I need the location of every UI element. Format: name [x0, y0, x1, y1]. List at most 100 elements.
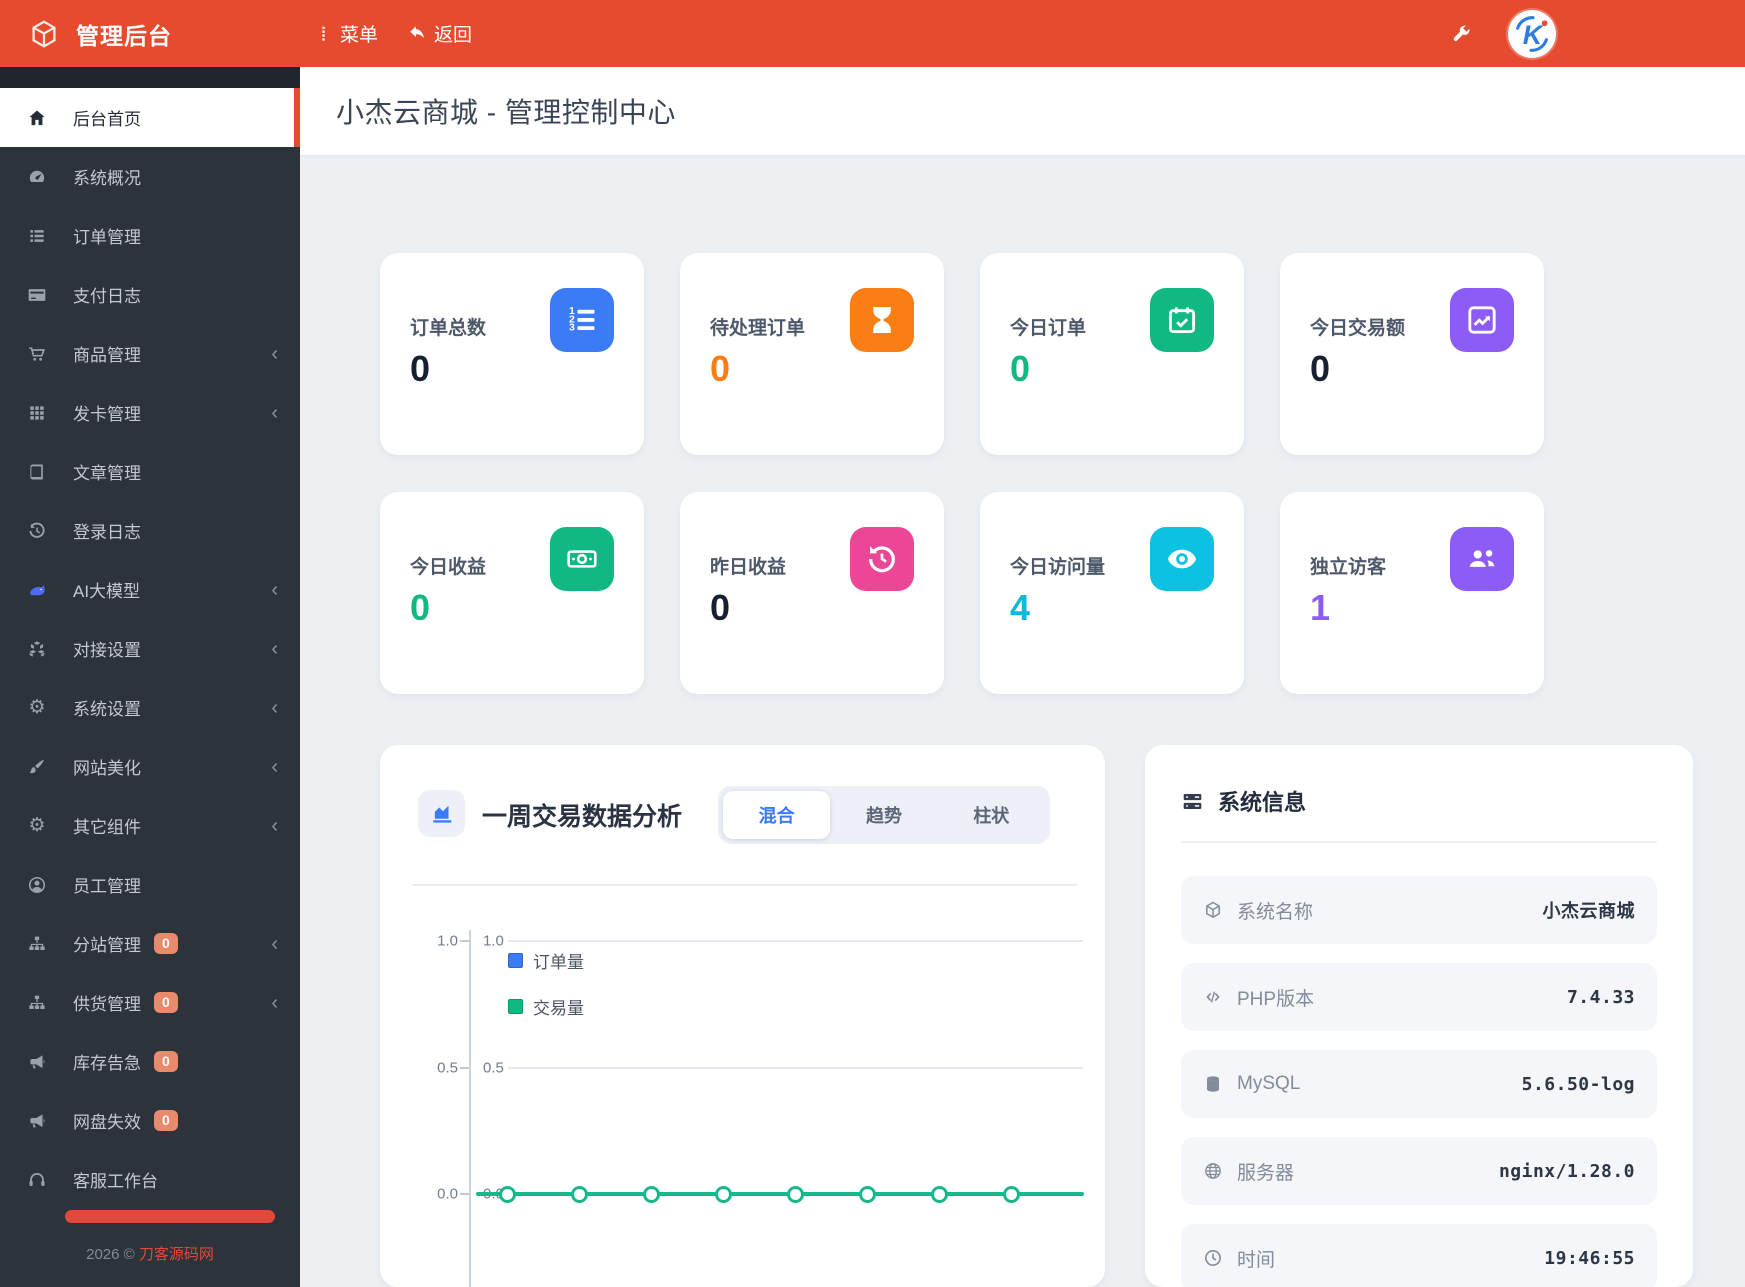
stat-card-total-orders[interactable]: 订单总数 0 123: [380, 253, 644, 455]
history-icon: [27, 521, 47, 541]
sidebar-item-label: 系统概况: [73, 169, 141, 188]
sidebar-item-label: 网盘失效: [73, 1113, 141, 1132]
sidebar-item-ai-model[interactable]: AI大模型 ‹: [0, 560, 300, 619]
gear-icon: ⚙: [28, 697, 46, 718]
sidebar: 后台首页 系统概况 订单管理 支付日志 商品管理 ‹ 发卡管理 ‹ 文章管理 登…: [0, 67, 300, 1287]
chevron-left-icon: ‹: [271, 342, 278, 365]
chevron-left-icon: ‹: [271, 991, 278, 1014]
sidebar-item-label: 库存告急: [73, 1054, 141, 1073]
home-icon: [27, 108, 47, 128]
chevron-left-icon: ‹: [271, 401, 278, 424]
user-circle-icon: [27, 875, 47, 895]
sidebar-item-payment-log[interactable]: 支付日志: [0, 265, 300, 324]
chevron-left-icon: ‹: [271, 755, 278, 778]
tab-trend[interactable]: 趋势: [830, 791, 937, 839]
stat-card-pending-orders[interactable]: 待处理订单 0: [680, 253, 944, 455]
sidebar-item-home[interactable]: 后台首页: [0, 88, 300, 147]
bullhorn-icon: [27, 1052, 47, 1072]
chevron-left-icon: ‹: [271, 814, 278, 837]
sidebar-item-low-stock[interactable]: 库存告急 0: [0, 1032, 300, 1091]
series-line: [476, 1192, 1084, 1196]
legend-label: 交易量: [533, 999, 584, 1018]
sidebar-item-label: 支付日志: [73, 287, 141, 306]
row-label: 系统名称: [1237, 901, 1314, 923]
sidebar-item-integration[interactable]: 对接设置 ‹: [0, 619, 300, 678]
tick-mark: [460, 940, 469, 942]
gears-icon: ⚙: [28, 815, 46, 836]
sidebar-item-substations[interactable]: 分站管理 0 ‹: [0, 914, 300, 973]
sidebar-item-label: 员工管理: [73, 877, 141, 896]
sidebar-item-products[interactable]: 商品管理 ‹: [0, 324, 300, 383]
stat-card-today-earnings[interactable]: 今日收益 0: [380, 492, 644, 694]
legend-swatch-green: [508, 999, 523, 1014]
menu-toggle-button[interactable]: 菜单: [314, 20, 378, 47]
cart-icon: [27, 344, 47, 364]
row-value: 7.4.33: [1566, 986, 1635, 1008]
legend-volume[interactable]: 交易量: [508, 994, 584, 1019]
sidebar-footer: 2026 © 刀客源码网: [0, 1243, 300, 1264]
cubes-icon: [27, 639, 47, 659]
data-point-marker: [499, 1186, 516, 1203]
data-point-marker: [787, 1186, 804, 1203]
sidebar-item-other-components[interactable]: ⚙ 其它组件 ‹: [0, 796, 300, 855]
sidebar-item-support-desk[interactable]: 客服工作台: [0, 1150, 300, 1209]
sidebar-item-login-log[interactable]: 登录日志: [0, 501, 300, 560]
copyright-text: 2026 ©: [86, 1246, 139, 1263]
row-label: MySQL: [1237, 1073, 1301, 1094]
sidebar-item-orders[interactable]: 订单管理: [0, 206, 300, 265]
row-value: 小杰云商城: [1542, 901, 1635, 922]
sidebar-scrollbar[interactable]: [65, 1210, 275, 1223]
sidebar-item-label: AI大模型: [73, 582, 141, 601]
avatar[interactable]: K: [1508, 9, 1556, 58]
gauge-icon: [27, 167, 47, 187]
money-bill-icon: [550, 527, 614, 591]
chevron-left-icon: ‹: [271, 696, 278, 719]
page-header: 小杰云商城 - 管理控制中心: [300, 67, 1745, 155]
sidebar-item-label: 订单管理: [73, 228, 141, 247]
sidebar-item-system-settings[interactable]: ⚙ 系统设置 ‹: [0, 678, 300, 737]
sidebar-item-dead-links[interactable]: 网盘失效 0: [0, 1091, 300, 1150]
svg-text:K: K: [1523, 19, 1544, 49]
sidebar-item-card-issuing[interactable]: 发卡管理 ‹: [0, 383, 300, 442]
back-arrow-icon: [408, 24, 427, 43]
stat-card-today-volume[interactable]: 今日交易额 0: [1280, 253, 1544, 455]
globe-icon: [1203, 1161, 1223, 1181]
stat-card-yesterday-earnings[interactable]: 昨日收益 0: [680, 492, 944, 694]
brush-icon: [27, 757, 47, 777]
sidebar-item-label: 后台首页: [73, 110, 141, 129]
ordered-list-icon: 123: [550, 288, 614, 352]
sidebar-top-strip: [0, 67, 300, 88]
cube-logo-icon: [28, 18, 60, 50]
app-brand[interactable]: 管理后台: [0, 17, 300, 51]
row-value: 5.6.50-log: [1521, 1073, 1635, 1095]
cube-icon: [1203, 900, 1223, 920]
legend-orders[interactable]: 订单量: [508, 948, 584, 973]
list-icon: [27, 226, 47, 246]
sidebar-item-site-beautify[interactable]: 网站美化 ‹: [0, 737, 300, 796]
book-icon: [27, 462, 47, 482]
page-title: 小杰云商城 - 管理控制中心: [336, 97, 676, 128]
calendar-check-icon: [1150, 288, 1214, 352]
stat-card-today-orders[interactable]: 今日订单 0: [980, 253, 1244, 455]
gridline: [508, 940, 1083, 942]
tab-bar[interactable]: 柱状: [938, 791, 1045, 839]
sidebar-item-system-overview[interactable]: 系统概况: [0, 147, 300, 206]
grip-dots-icon: [314, 24, 333, 43]
row-value: nginx/1.28.0: [1498, 1160, 1635, 1182]
sitemap-icon: [27, 993, 47, 1013]
footer-site-link[interactable]: 刀客源码网: [139, 1246, 214, 1263]
chevron-left-icon: ‹: [271, 637, 278, 660]
hourglass-icon: [850, 288, 914, 352]
topbar-right: K: [1450, 9, 1745, 58]
y-axis-tick: 0.5: [437, 1059, 458, 1077]
stat-card-today-visits[interactable]: 今日访问量 4: [980, 492, 1244, 694]
system-info-header: 系统信息: [1181, 785, 1657, 817]
sidebar-item-suppliers[interactable]: 供货管理 0 ‹: [0, 973, 300, 1032]
sidebar-item-articles[interactable]: 文章管理: [0, 442, 300, 501]
back-button[interactable]: 返回: [408, 20, 472, 47]
sidebar-item-staff[interactable]: 员工管理: [0, 855, 300, 914]
sidebar-item-label: 其它组件: [73, 818, 141, 837]
tab-mixed[interactable]: 混合: [723, 791, 831, 839]
stat-card-unique-visitors[interactable]: 独立访客 1: [1280, 492, 1544, 694]
wrench-icon[interactable]: [1450, 23, 1472, 45]
